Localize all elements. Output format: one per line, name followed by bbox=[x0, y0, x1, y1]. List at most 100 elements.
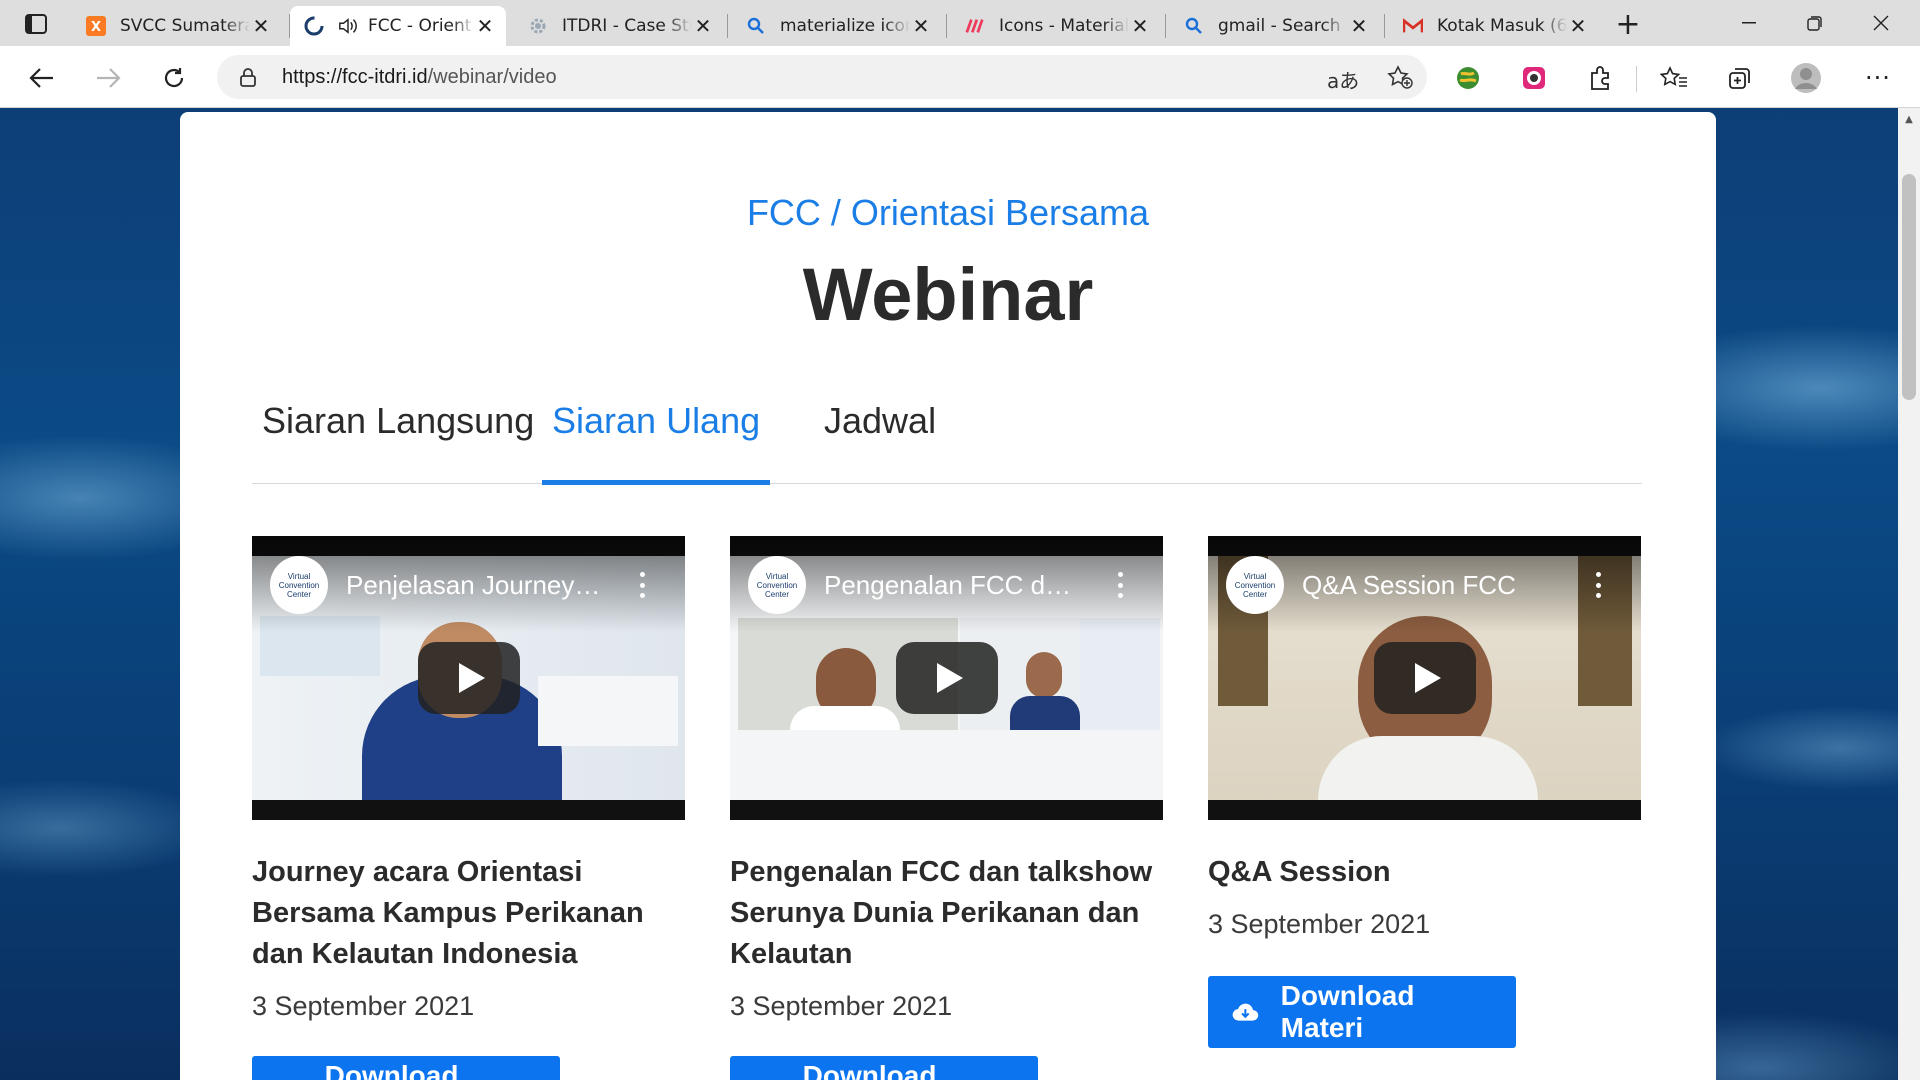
download-materi-button[interactable]: Download Materi bbox=[730, 1056, 1038, 1080]
active-tab-indicator bbox=[542, 480, 771, 485]
tab-actions-icon[interactable] bbox=[8, 7, 64, 41]
page-scrollbar[interactable]: ▲ bbox=[1898, 108, 1920, 1080]
close-icon[interactable]: ✕ bbox=[1348, 14, 1370, 38]
address-bar[interactable]: https://fcc-itdri.id/webinar/video aあ bbox=[217, 55, 1427, 99]
video-title: Q&A Session bbox=[1208, 856, 1391, 888]
button-label: Download Materi bbox=[802, 1060, 937, 1080]
tab-gmail-inbox[interactable]: Kotak Masuk (6) ✕ bbox=[1389, 6, 1599, 46]
scroll-up-arrow[interactable]: ▲ bbox=[1898, 110, 1920, 128]
fcc-icon bbox=[304, 16, 324, 36]
close-icon[interactable]: ✕ bbox=[1129, 14, 1151, 38]
channel-logo[interactable]: Virtual Convention Center bbox=[270, 556, 328, 614]
close-window-button[interactable] bbox=[1848, 0, 1914, 46]
url-text: https://fcc-itdri.id/webinar/video bbox=[282, 66, 557, 89]
minimize-button[interactable] bbox=[1716, 0, 1782, 46]
channel-logo-text: Virtual Convention Center bbox=[278, 571, 320, 599]
tab-label: Jadwal bbox=[824, 400, 937, 441]
browser-toolbar: https://fcc-itdri.id/webinar/video aあ ··… bbox=[0, 46, 1920, 108]
lock-icon[interactable] bbox=[239, 67, 257, 91]
play-icon[interactable] bbox=[418, 642, 520, 714]
tab-label: Siaran Langsung bbox=[262, 400, 535, 441]
channel-logo[interactable]: Virtual Convention Center bbox=[1226, 556, 1284, 614]
tab-title: materialize icons bbox=[780, 16, 910, 36]
more-vert-icon[interactable] bbox=[1110, 568, 1130, 602]
cloud-download-icon bbox=[1232, 1003, 1259, 1021]
video-title: Journey acara Orientasi Bersama Kampus P… bbox=[252, 856, 644, 970]
breadcrumb[interactable]: FCC / Orientasi Bersama bbox=[180, 192, 1716, 234]
page-title: Webinar bbox=[802, 253, 1094, 336]
close-icon[interactable]: ✕ bbox=[474, 14, 496, 38]
new-tab-button[interactable]: + bbox=[1600, 7, 1656, 42]
url-path: /webinar/video bbox=[427, 66, 557, 88]
video-date: 3 September 2021 bbox=[252, 991, 475, 1021]
page-viewport: FCC / Orientasi Bersama Webinar Siaran L… bbox=[0, 108, 1898, 1080]
button-label: Download Materi bbox=[324, 1060, 459, 1080]
svg-text:X: X bbox=[91, 20, 101, 35]
translate-icon[interactable]: aあ bbox=[1327, 65, 1359, 94]
video-player[interactable]: Virtual Convention Center Pengenalan FCC… bbox=[730, 536, 1163, 820]
extension-globe-icon[interactable] bbox=[1448, 58, 1488, 98]
tab-title: SVCC Sumatera bbox=[120, 16, 250, 36]
download-materi-button[interactable]: Download Materi bbox=[1208, 976, 1516, 1048]
gmail-icon bbox=[1403, 16, 1423, 36]
video-embed-title[interactable]: Penjelasan Journey acara Orientasi bbox=[346, 570, 606, 601]
restore-button[interactable] bbox=[1782, 0, 1848, 46]
download-materi-button[interactable]: Download Materi bbox=[252, 1056, 560, 1080]
tab-title: Icons - Materialize bbox=[999, 16, 1129, 36]
tab-siaran-langsung[interactable]: Siaran Langsung bbox=[262, 384, 534, 484]
forward-button[interactable] bbox=[88, 58, 128, 98]
close-icon[interactable]: ✕ bbox=[910, 14, 932, 38]
webinar-tabs: Siaran Langsung Siaran Ulang Jadwal bbox=[252, 384, 1642, 485]
speaker-icon[interactable] bbox=[338, 16, 358, 36]
video-title: Pengenalan FCC dan talkshow Serunya Duni… bbox=[730, 856, 1153, 970]
tab-siaran-ulang[interactable]: Siaran Ulang bbox=[542, 384, 771, 485]
close-icon[interactable]: ✕ bbox=[250, 14, 272, 38]
video-card: Virtual Convention Center Pengenalan FCC… bbox=[730, 536, 1163, 1022]
webinar-card: FCC / Orientasi Bersama Webinar Siaran L… bbox=[180, 112, 1716, 1080]
reload-button[interactable] bbox=[154, 58, 194, 98]
video-player[interactable]: Virtual Convention Center Q&A Session FC… bbox=[1208, 536, 1641, 820]
tab-title: FCC - Orientasi bbox=[368, 16, 474, 36]
play-icon[interactable] bbox=[896, 642, 998, 714]
channel-logo-text: Virtual Convention Center bbox=[756, 571, 798, 599]
tab-title: Kotak Masuk (6) bbox=[1437, 16, 1567, 36]
video-date: 3 September 2021 bbox=[1208, 909, 1431, 939]
tab-materialize-search[interactable]: materialize icons ✕ bbox=[732, 6, 942, 46]
close-icon[interactable]: ✕ bbox=[692, 14, 714, 38]
gear-icon bbox=[528, 16, 548, 36]
scroll-thumb[interactable] bbox=[1902, 174, 1916, 400]
button-label: Download Materi bbox=[1280, 980, 1415, 1043]
video-date: 3 September 2021 bbox=[730, 991, 953, 1021]
search-icon bbox=[746, 16, 766, 36]
more-vert-icon[interactable] bbox=[1588, 568, 1608, 602]
extension-colorpicker-icon[interactable] bbox=[1514, 58, 1554, 98]
video-embed-title[interactable]: Q&A Session FCC bbox=[1302, 570, 1562, 601]
video-player[interactable]: Virtual Convention Center Penjelasan Jou… bbox=[252, 536, 685, 820]
materialize-icon bbox=[965, 16, 985, 36]
collections-icon[interactable] bbox=[1720, 58, 1760, 98]
video-card: Virtual Convention Center Q&A Session FC… bbox=[1208, 536, 1641, 940]
video-card: Virtual Convention Center Penjelasan Jou… bbox=[252, 536, 685, 1022]
more-vert-icon[interactable] bbox=[632, 568, 652, 602]
tab-materialize-icons[interactable]: Icons - Materialize ✕ bbox=[951, 6, 1161, 46]
channel-logo[interactable]: Virtual Convention Center bbox=[748, 556, 806, 614]
profile-avatar[interactable] bbox=[1786, 58, 1826, 98]
channel-logo-text: Virtual Convention Center bbox=[1234, 571, 1276, 599]
video-embed-title[interactable]: Pengenalan FCC dan talkshow bbox=[824, 570, 1084, 601]
tab-title: ITDRI - Case Study bbox=[562, 16, 692, 36]
tab-label: Siaran Ulang bbox=[552, 400, 761, 441]
tab-itdri[interactable]: ITDRI - Case Study ✕ bbox=[514, 6, 724, 46]
add-favorite-icon[interactable] bbox=[1387, 65, 1413, 93]
tab-gmail-search[interactable]: gmail - Search ✕ bbox=[1170, 6, 1380, 46]
favorites-icon[interactable] bbox=[1654, 58, 1694, 98]
back-button[interactable] bbox=[22, 58, 62, 98]
tab-fcc-orientasi[interactable]: FCC - Orientasi ✕ bbox=[290, 6, 506, 46]
close-icon[interactable]: ✕ bbox=[1567, 14, 1589, 38]
extensions-puzzle-icon[interactable] bbox=[1580, 58, 1620, 98]
search-icon bbox=[1184, 16, 1204, 36]
xampp-icon: X bbox=[86, 16, 106, 36]
play-icon[interactable] bbox=[1374, 642, 1476, 714]
tab-svcc[interactable]: X SVCC Sumatera ✕ bbox=[72, 6, 282, 46]
tab-jadwal[interactable]: Jadwal bbox=[824, 384, 936, 484]
more-options-icon[interactable]: ··· bbox=[1858, 58, 1898, 98]
